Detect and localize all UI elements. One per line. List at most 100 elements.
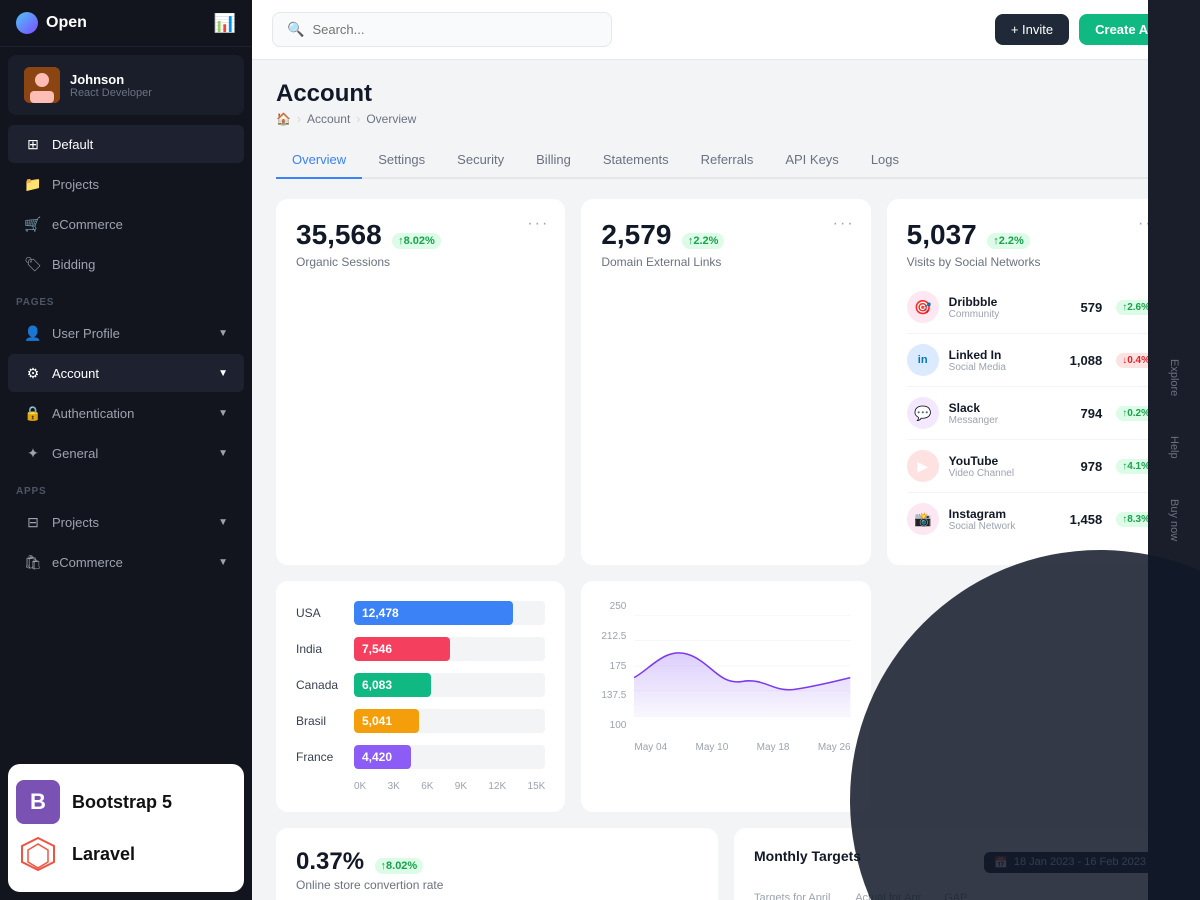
search-icon: 🔍: [287, 21, 304, 38]
nav-item-projects[interactable]: 📁 Projects: [8, 165, 244, 203]
tab-billing[interactable]: Billing: [520, 142, 587, 179]
bottom-row: ··· 0.37% ↑8.02% Online store convertion…: [276, 828, 1176, 900]
breadcrumb: 🏠 › Account › Overview: [276, 112, 1176, 126]
logo-icon: [16, 12, 38, 34]
help-button[interactable]: Help: [1160, 426, 1188, 469]
main-nav: ⊞ Default 📁 Projects 🛒 eCommerce 🏷 Biddi…: [0, 123, 252, 285]
slack-val: 794: [1081, 406, 1103, 421]
linkedin-name: Linked In: [949, 348, 1006, 362]
nav-item-bidding[interactable]: 🏷 Bidding: [8, 245, 244, 283]
bar-track: 12,478: [354, 601, 545, 625]
bar-label: Canada: [296, 678, 344, 692]
calendar-icon: 📅: [994, 856, 1008, 869]
search-box[interactable]: 🔍: [272, 12, 612, 47]
gap-label: GAP: [944, 892, 1063, 900]
stat-card-social: ··· 5,037 ↑2.2% Visits by Social Network…: [887, 199, 1176, 565]
sidebar-label-ecommerce-app: eCommerce: [52, 555, 123, 570]
bar-track: 7,546: [354, 637, 545, 661]
stat-value-social: 5,037: [907, 219, 977, 250]
nav-item-ecommerce[interactable]: 🛒 eCommerce: [8, 205, 244, 243]
general-icon: ✦: [24, 444, 42, 462]
bar-fill: 6,083: [354, 673, 431, 697]
sidebar: Open 📊 Johnson React Developer ⊞ Default…: [0, 0, 252, 900]
stat-badge-sessions: ↑8.02%: [392, 233, 441, 249]
dribbble-icon: 🎯: [907, 291, 939, 323]
chevron-down-icon: ▼: [218, 328, 228, 339]
ecommerce-app-icon: 🛍: [24, 553, 42, 571]
sidebar-item-authentication[interactable]: 🔒 Authentication ▼: [8, 394, 244, 432]
social-item-linkedin: in Linked In Social Media 1,088 ↓0.4%: [907, 334, 1156, 387]
linkedin-icon: in: [907, 344, 939, 376]
conv-value: 0.37%: [296, 848, 364, 875]
linkedin-type: Social Media: [949, 362, 1006, 373]
x-axis-labels: May 04 May 10 May 18 May 26: [634, 742, 850, 753]
user-profile[interactable]: Johnson React Developer: [8, 55, 244, 115]
buy-now-button[interactable]: Buy now: [1160, 489, 1188, 551]
tab-logs[interactable]: Logs: [855, 142, 915, 179]
sidebar-item-ecommerce-app[interactable]: 🛍 eCommerce ▼: [8, 543, 244, 581]
date-range: 📅 18 Jan 2023 - 16 Feb 2023: [984, 852, 1156, 873]
bar-row: France 4,420: [296, 745, 545, 769]
more-options-icon[interactable]: ···: [527, 215, 549, 233]
tab-api-keys[interactable]: API Keys: [769, 142, 854, 179]
bar-chart-card: USA 12,478 India 7,546 Canada 6,083 Bras…: [276, 581, 565, 812]
bootstrap-label: Bootstrap 5: [72, 792, 172, 813]
nav-item-default[interactable]: ⊞ Default: [8, 125, 244, 163]
charts-row: USA 12,478 India 7,546 Canada 6,083 Bras…: [276, 581, 1176, 812]
sidebar-header: Open 📊: [0, 0, 252, 47]
sidebar-label-authentication: Authentication: [52, 406, 134, 421]
bar-chart: USA 12,478 India 7,546 Canada 6,083 Bras…: [296, 601, 545, 769]
tab-statements[interactable]: Statements: [587, 142, 685, 179]
sidebar-item-account[interactable]: ⚙ Account ▼: [8, 354, 244, 392]
account-icon: ⚙: [24, 364, 42, 382]
breadcrumb-account[interactable]: Account: [307, 112, 350, 126]
tab-settings[interactable]: Settings: [362, 142, 441, 179]
breadcrumb-current: Overview: [366, 112, 416, 126]
bar-track: 6,083: [354, 673, 545, 697]
sidebar-label-projects-app: Projects: [52, 515, 99, 530]
y-axis-labels: 250 212.5 175 137.5 100: [601, 601, 626, 731]
bar-row: Brasil 5,041: [296, 709, 545, 733]
line-chart-svg: [634, 601, 850, 731]
apps-section-label: APPS: [0, 474, 252, 501]
dribbble-type: Community: [949, 309, 1000, 320]
more-options-icon-2[interactable]: ···: [833, 215, 855, 233]
pages-nav: 👤 User Profile ▼ ⚙ Account ▼ 🔒 Authentic…: [0, 312, 252, 474]
targets-label: Targets for April: [754, 892, 835, 900]
tab-overview[interactable]: Overview: [276, 142, 362, 179]
sidebar-item-general[interactable]: ✦ General ▼: [8, 434, 244, 472]
youtube-val: 978: [1081, 459, 1103, 474]
amount-gap: GAP $ 4,684 ↑4.5%: [944, 892, 1063, 900]
projects-app-icon: ⊟: [24, 513, 42, 531]
promo-bar: B Bootstrap 5 Laravel: [8, 764, 244, 892]
conv-label: Online store convertion rate: [296, 878, 698, 892]
search-input[interactable]: [312, 22, 597, 37]
logo-text: Open: [46, 14, 87, 32]
monthly-header: Monthly Targets 📅 18 Jan 2023 - 16 Feb 2…: [754, 848, 1156, 876]
line-chart: 250 212.5 175 137.5 100: [601, 601, 850, 753]
laravel-label: Laravel: [72, 844, 135, 865]
social-info-instagram: Instagram Social Network: [949, 507, 1016, 532]
tab-security[interactable]: Security: [441, 142, 520, 179]
chart-icon[interactable]: 📊: [214, 13, 236, 34]
date-range-text: 18 Jan 2023 - 16 Feb 2023: [1014, 856, 1146, 868]
breadcrumb-home-icon: 🏠: [276, 112, 291, 126]
line-chart-card: 250 212.5 175 137.5 100: [581, 581, 870, 812]
explore-button[interactable]: Explore: [1160, 349, 1188, 406]
apps-nav: ⊟ Projects ▼ 🛍 eCommerce ▼: [0, 501, 252, 583]
sidebar-item-user-profile[interactable]: 👤 User Profile ▼: [8, 314, 244, 352]
instagram-type: Social Network: [949, 521, 1016, 532]
tab-referrals[interactable]: Referrals: [685, 142, 770, 179]
bar-label: France: [296, 750, 344, 764]
laravel-logo: [16, 832, 60, 876]
invite-button[interactable]: + Invite: [995, 14, 1069, 45]
chevron-down-icon-5: ▼: [218, 517, 228, 528]
monthly-amounts: Targets for April $ 12,706 Actual for Ap…: [754, 892, 1156, 900]
amount-targets: Targets for April $ 12,706: [754, 892, 835, 900]
bar-fill: 4,420: [354, 745, 411, 769]
bootstrap-promo: B Bootstrap 5: [16, 780, 236, 824]
sidebar-item-projects-app[interactable]: ⊟ Projects ▼: [8, 503, 244, 541]
social-info-youtube: YouTube Video Channel: [949, 454, 1014, 479]
stat-label-social: Visits by Social Networks: [907, 255, 1156, 269]
chevron-down-icon-4: ▼: [218, 448, 228, 459]
